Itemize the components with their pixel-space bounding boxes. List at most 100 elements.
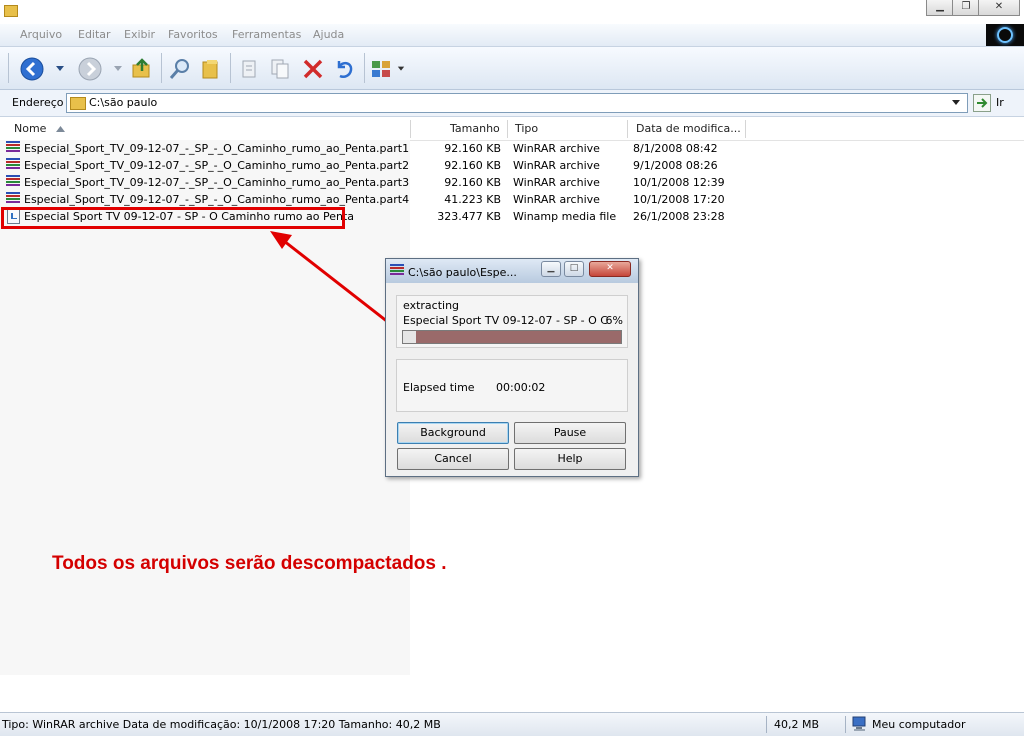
menu-ajuda[interactable]: Ajuda <box>313 28 344 41</box>
windows-logo <box>986 24 1024 46</box>
file-type: WinRAR archive <box>513 159 600 172</box>
column-divider[interactable] <box>410 120 411 138</box>
dialog-minimize-button[interactable]: ▁ <box>541 261 561 277</box>
column-divider[interactable] <box>627 120 628 138</box>
back-icon[interactable] <box>20 57 44 81</box>
file-row[interactable]: Especial_Sport_TV_09-12-07_-_SP_-_O_Cami… <box>0 174 760 191</box>
minimize-button[interactable]: ▁ <box>926 0 954 16</box>
back-dropdown-icon[interactable] <box>55 65 65 73</box>
views-icon[interactable] <box>370 57 394 81</box>
status-location: Meu computador <box>872 718 966 731</box>
move-to-icon[interactable] <box>237 57 261 81</box>
winrar-icon <box>6 175 20 189</box>
address-label: Endereço <box>12 96 64 109</box>
help-button[interactable]: Help <box>514 448 626 470</box>
close-button[interactable]: ✕ <box>978 0 1020 16</box>
annotation-caption: Todos os arquivos serão descompactados . <box>52 553 447 574</box>
toolbar-separator <box>364 53 365 83</box>
winrar-icon <box>6 192 20 206</box>
elapsed-time-value: 00:00:02 <box>496 381 546 394</box>
address-path: C:\são paulo <box>89 96 158 109</box>
background-button[interactable]: Background <box>397 422 509 444</box>
status-bar: Tipo: WinRAR archive Data de modificação… <box>0 712 1024 736</box>
sort-ascending-icon <box>56 126 65 132</box>
cancel-button[interactable]: Cancel <box>397 448 509 470</box>
file-date: 9/1/2008 08:26 <box>633 159 718 172</box>
time-panel: Elapsed time 00:00:02 <box>396 359 628 412</box>
menu-exibir[interactable]: Exibir <box>124 28 155 41</box>
address-input[interactable]: C:\são paulo <box>66 93 968 113</box>
winrar-icon <box>6 141 20 155</box>
status-separator <box>845 716 846 733</box>
status-separator <box>766 716 767 733</box>
file-size: 92.160 KB <box>444 142 501 155</box>
file-date: 26/1/2008 23:28 <box>633 210 725 223</box>
file-row[interactable]: Especial_Sport_TV_09-12-07_-_SP_-_O_Cami… <box>0 140 760 157</box>
dialog-action-label: extracting <box>403 299 460 312</box>
forward-dropdown-icon[interactable] <box>113 65 123 73</box>
file-size: 92.160 KB <box>444 176 501 189</box>
pause-button[interactable]: Pause <box>514 422 626 444</box>
up-folder-icon[interactable] <box>130 57 154 81</box>
toolbar <box>0 47 1024 90</box>
toolbar-separator <box>230 53 231 83</box>
file-size: 92.160 KB <box>444 159 501 172</box>
computer-icon <box>852 716 866 731</box>
column-type[interactable]: Tipo <box>515 122 538 135</box>
dialog-title-bar: C:\são paulo\Espe... ▁ □ ✕ <box>386 259 638 283</box>
file-size: 323.477 KB <box>437 210 501 223</box>
folder-icon <box>4 5 18 17</box>
window-title-bar: ▁ ❐ ✕ <box>0 0 1024 24</box>
column-date[interactable]: Data de modifica... <box>636 122 741 135</box>
forward-icon[interactable] <box>78 57 102 81</box>
extraction-dialog: C:\são paulo\Espe... ▁ □ ✕ extracting Es… <box>385 258 639 477</box>
winrar-icon <box>6 158 20 172</box>
address-dropdown-icon[interactable] <box>951 99 961 107</box>
toolbar-separator <box>161 53 162 83</box>
file-date: 8/1/2008 08:42 <box>633 142 718 155</box>
dialog-current-file: Especial Sport TV 09-12-07 - SP - O C <box>403 314 608 327</box>
file-size: 41.223 KB <box>444 193 501 206</box>
file-row[interactable]: Especial_Sport_TV_09-12-07_-_SP_-_O_Cami… <box>0 191 760 208</box>
menu-editar[interactable]: Editar <box>78 28 111 41</box>
elapsed-time-label: Elapsed time <box>403 381 475 394</box>
search-icon[interactable] <box>168 57 192 81</box>
copy-to-icon[interactable] <box>268 57 292 81</box>
file-type: WinRAR archive <box>513 193 600 206</box>
status-info: Tipo: WinRAR archive Data de modificação… <box>2 718 441 731</box>
dialog-maximize-button[interactable]: □ <box>564 261 584 277</box>
menu-ferramentas[interactable]: Ferramentas <box>232 28 301 41</box>
dialog-percent: 6% <box>605 314 623 327</box>
column-name[interactable]: Nome <box>14 122 46 135</box>
menu-arquivo[interactable]: Arquivo <box>20 28 62 41</box>
menu-bar: Arquivo Editar Exibir Favoritos Ferramen… <box>0 24 1024 47</box>
maximize-button[interactable]: ❐ <box>952 0 980 16</box>
status-size: 40,2 MB <box>774 718 820 731</box>
dialog-close-button[interactable]: ✕ <box>589 261 631 277</box>
views-dropdown-icon[interactable] <box>397 65 405 73</box>
folders-icon[interactable] <box>199 57 223 81</box>
menu-favoritos[interactable]: Favoritos <box>168 28 218 41</box>
delete-icon[interactable] <box>301 57 325 81</box>
go-arrow-icon[interactable] <box>973 94 991 112</box>
dialog-title: C:\são paulo\Espe... <box>408 266 517 279</box>
file-type: WinRAR archive <box>513 176 600 189</box>
go-button[interactable]: Ir <box>996 96 1004 109</box>
column-divider[interactable] <box>507 120 508 138</box>
file-row[interactable]: Especial_Sport_TV_09-12-07_-_SP_-_O_Cami… <box>0 157 760 174</box>
progress-bar-fill <box>403 331 417 343</box>
folder-icon <box>70 97 86 110</box>
file-name: Especial_Sport_TV_09-12-07_-_SP_-_O_Cami… <box>24 159 410 172</box>
file-name: Especial_Sport_TV_09-12-07_-_SP_-_O_Cami… <box>24 142 410 155</box>
column-header: Nome Tamanho Tipo Data de modifica... <box>0 118 1024 141</box>
file-type: WinRAR archive <box>513 142 600 155</box>
toolbar-separator <box>8 53 9 83</box>
file-date: 10/1/2008 17:20 <box>633 193 725 206</box>
file-date: 10/1/2008 12:39 <box>633 176 725 189</box>
column-size[interactable]: Tamanho <box>450 122 500 135</box>
column-divider[interactable] <box>745 120 746 138</box>
address-bar: Endereço C:\são paulo Ir <box>0 90 1024 117</box>
progress-bar <box>402 330 622 344</box>
file-type: Winamp media file <box>513 210 617 223</box>
undo-icon[interactable] <box>332 57 356 81</box>
